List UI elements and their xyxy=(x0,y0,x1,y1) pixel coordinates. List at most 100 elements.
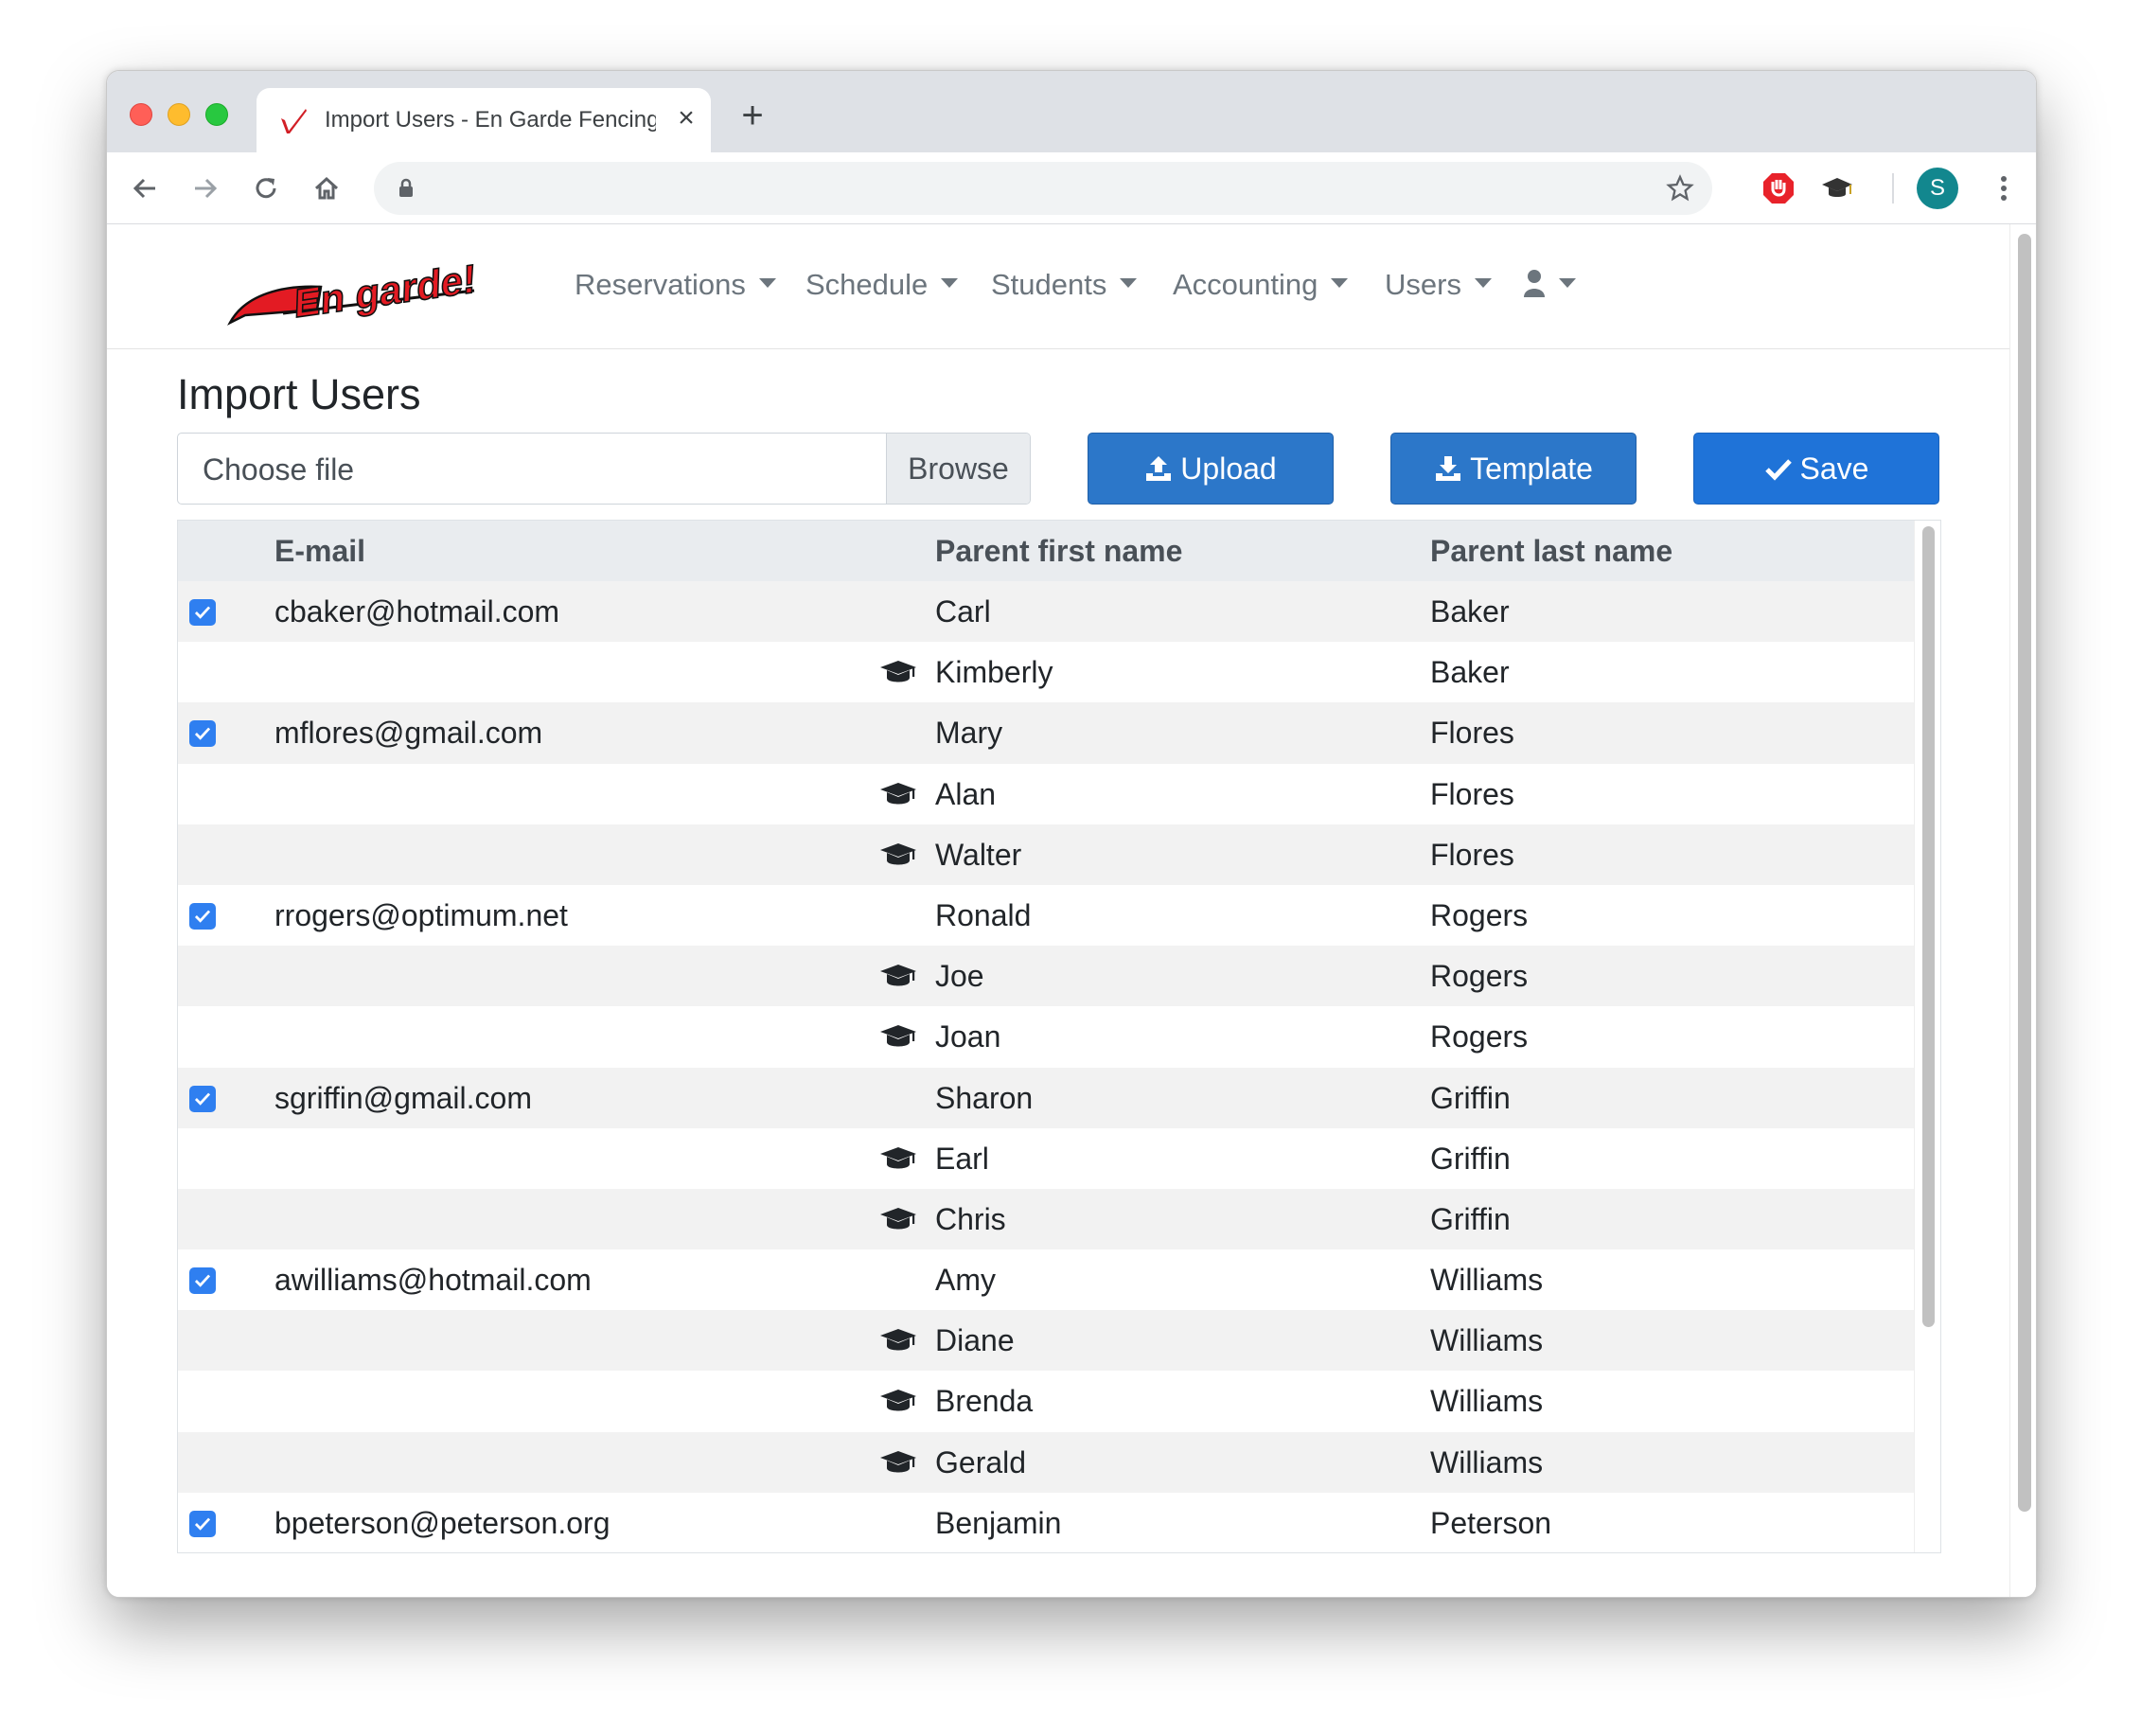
first-name-cell: Diane xyxy=(935,1323,1015,1358)
row-checkbox[interactable] xyxy=(189,902,216,930)
table-scrollbar-thumb[interactable] xyxy=(1922,526,1935,1327)
email-cell: sgriffin@gmail.com xyxy=(274,1080,532,1115)
table-row[interactable]: Alan Flores xyxy=(178,763,1914,824)
row-checkbox[interactable] xyxy=(189,1085,216,1112)
more-menu-icon[interactable] xyxy=(1985,169,2023,207)
email-cell: rrogers@optimum.net xyxy=(274,897,568,932)
user-icon xyxy=(1524,269,1545,297)
chevron-down-icon xyxy=(1474,277,1492,288)
nav-students[interactable]: Students xyxy=(991,268,1138,302)
first-name-cell: Sharon xyxy=(935,1080,1034,1115)
last-name-cell: Williams xyxy=(1430,1263,1544,1298)
graduation-cap-extension-icon[interactable] xyxy=(1818,169,1856,207)
first-name-cell: Alan xyxy=(935,776,997,811)
minimize-window-button[interactable] xyxy=(168,103,190,126)
student-cap-icon xyxy=(878,1145,918,1172)
browser-tab[interactable]: Import Users - En Garde Fencing × xyxy=(257,88,711,152)
table-row[interactable]: Joan Rogers xyxy=(178,1006,1914,1068)
student-cap-icon xyxy=(878,1327,918,1354)
users-table: E-mail Parent first name Parent last nam… xyxy=(177,520,1941,1553)
last-name-cell: Rogers xyxy=(1430,897,1529,932)
template-button[interactable]: Template xyxy=(1390,433,1637,505)
close-tab-icon[interactable]: × xyxy=(669,101,703,135)
nav-schedule[interactable]: Schedule xyxy=(805,268,959,302)
bookmark-star-icon[interactable] xyxy=(1665,173,1695,204)
browse-button[interactable]: Browse xyxy=(886,434,1030,504)
nav-reservations[interactable]: Reservations xyxy=(575,268,776,302)
file-input[interactable]: Choose file Browse xyxy=(177,433,1031,505)
stop-extension-icon[interactable] xyxy=(1760,169,1797,207)
download-icon xyxy=(1436,456,1461,481)
table-row[interactable]: mflores@gmail.com Mary Flores xyxy=(178,702,1914,764)
page-scrollbar-thumb[interactable] xyxy=(2018,234,2031,1512)
home-icon xyxy=(314,176,339,200)
table-row[interactable]: bpeterson@peterson.org Benjamin Peterson xyxy=(178,1492,1914,1552)
home-button[interactable] xyxy=(306,168,347,209)
forward-button[interactable] xyxy=(185,168,226,209)
close-window-button[interactable] xyxy=(130,103,152,126)
first-name-cell: Walter xyxy=(935,837,1022,872)
table-row[interactable]: Joe Rogers xyxy=(178,946,1914,1007)
table-row[interactable]: sgriffin@gmail.com Sharon Griffin xyxy=(178,1067,1914,1128)
row-checkbox[interactable] xyxy=(189,1510,216,1537)
last-name-cell: Williams xyxy=(1430,1384,1544,1419)
save-button[interactable]: Save xyxy=(1693,433,1939,505)
table-row[interactable]: awilliams@hotmail.com Amy Williams xyxy=(178,1249,1914,1311)
student-cap-icon xyxy=(878,1206,918,1232)
upload-icon xyxy=(1146,456,1172,481)
last-name-cell: Williams xyxy=(1430,1323,1544,1358)
new-tab-button[interactable]: + xyxy=(734,97,771,135)
table-body: cbaker@hotmail.com Carl Baker Kimberly Baker… xyxy=(178,581,1914,1552)
en-garde-logo[interactable]: En garde! xyxy=(226,247,478,332)
table-row[interactable]: Earl Griffin xyxy=(178,1127,1914,1189)
first-name-cell: Brenda xyxy=(935,1384,1034,1419)
student-cap-icon xyxy=(878,841,918,868)
nav-accounting[interactable]: Accounting xyxy=(1173,268,1349,302)
table-row[interactable]: Brenda Williams xyxy=(178,1371,1914,1432)
file-input-placeholder: Choose file xyxy=(203,452,355,487)
page-title: Import Users xyxy=(177,370,421,418)
first-name-cell: Ronald xyxy=(935,897,1032,932)
page-scrollbar[interactable] xyxy=(2009,224,2036,1597)
site-navbar: En garde! Reservations Schedule Students… xyxy=(107,224,2009,349)
row-checkbox[interactable] xyxy=(189,720,216,748)
last-name-cell: Rogers xyxy=(1430,959,1529,994)
first-name-cell: Carl xyxy=(935,594,991,629)
email-cell: awilliams@hotmail.com xyxy=(274,1263,592,1298)
table-row[interactable]: Walter Flores xyxy=(178,824,1914,885)
row-checkbox[interactable] xyxy=(189,599,216,626)
last-name-cell: Griffin xyxy=(1430,1080,1511,1115)
reload-button[interactable] xyxy=(245,168,287,209)
profile-avatar[interactable]: S xyxy=(1917,168,1958,209)
first-name-cell: Benjamin xyxy=(935,1505,1062,1540)
table-row[interactable]: Gerald Williams xyxy=(178,1431,1914,1493)
table-row[interactable]: Diane Williams xyxy=(178,1310,1914,1372)
address-bar[interactable] xyxy=(374,162,1712,215)
logo-text: En garde! xyxy=(293,256,476,326)
nav-users[interactable]: Users xyxy=(1385,268,1492,302)
browser-window: Import Users - En Garde Fencing × + S En… xyxy=(106,70,2037,1598)
nav-account[interactable] xyxy=(1523,268,1576,302)
student-cap-icon xyxy=(878,1023,918,1050)
upload-button[interactable]: Upload xyxy=(1088,433,1334,505)
chevron-down-icon xyxy=(1331,277,1349,288)
table-row[interactable]: Chris Griffin xyxy=(178,1188,1914,1250)
back-button[interactable] xyxy=(124,168,166,209)
first-name-cell: Joan xyxy=(935,1019,1001,1054)
table-scrollbar[interactable] xyxy=(1914,521,1940,1552)
table-row[interactable]: Kimberly Baker xyxy=(178,642,1914,703)
column-parent-last-name: Parent last name xyxy=(1430,534,1673,568)
tab-strip: Import Users - En Garde Fencing × + xyxy=(107,71,2036,152)
column-parent-first-name: Parent first name xyxy=(935,534,1183,568)
last-name-cell: Baker xyxy=(1430,594,1510,629)
table-row[interactable]: cbaker@hotmail.com Carl Baker xyxy=(178,581,1914,643)
last-name-cell: Rogers xyxy=(1430,1019,1529,1054)
table-row[interactable]: rrogers@optimum.net Ronald Rogers xyxy=(178,884,1914,947)
last-name-cell: Flores xyxy=(1430,837,1514,872)
maximize-window-button[interactable] xyxy=(205,103,228,126)
student-cap-icon xyxy=(878,781,918,807)
row-checkbox[interactable] xyxy=(189,1267,216,1295)
reload-icon xyxy=(256,178,276,199)
page-viewport: En garde! Reservations Schedule Students… xyxy=(107,224,2036,1597)
chevron-down-icon xyxy=(1559,277,1576,288)
